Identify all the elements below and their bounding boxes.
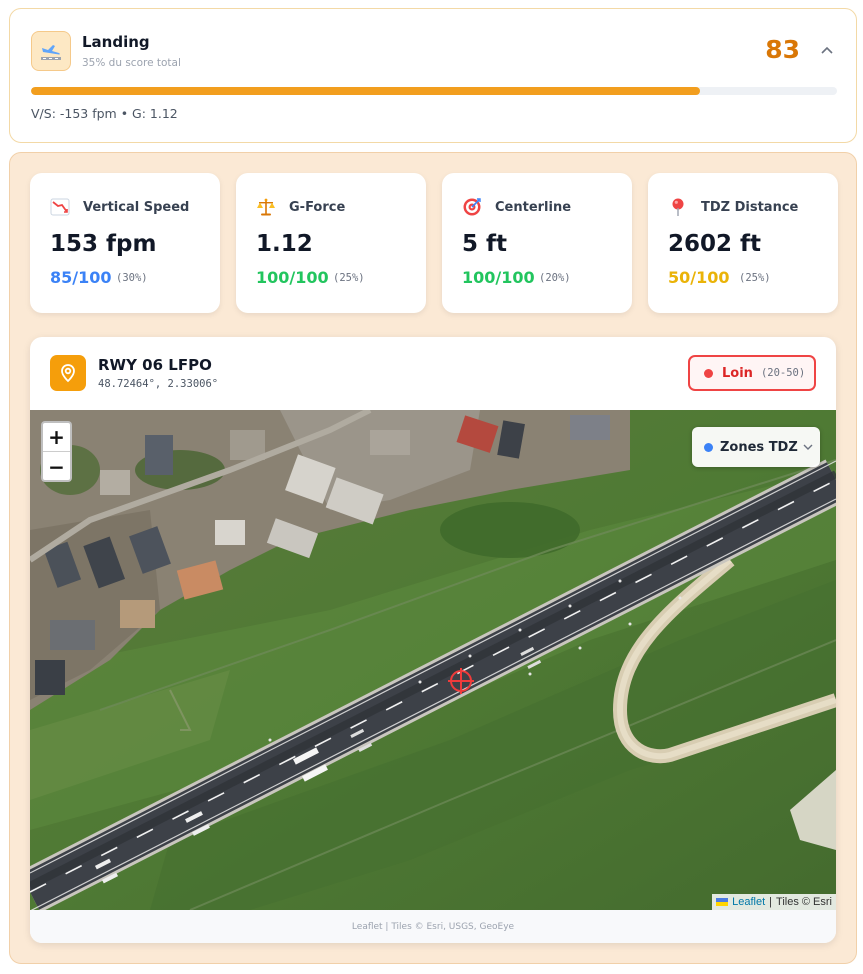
section-subtitle: 35% du score total <box>82 57 181 69</box>
status-range: (20-50) <box>760 367 806 379</box>
satellite-map[interactable]: + − Zones TDZ Leaflet | Tiles © Esri <box>30 410 836 910</box>
metric-weight: (25%) <box>333 272 365 284</box>
map-attribution: Leaflet | Tiles © Esri <box>712 894 836 910</box>
location-pin-icon <box>50 355 86 391</box>
target-icon <box>463 198 481 216</box>
layer-label: Zones TDZ <box>720 439 798 455</box>
metric-weight: (25%) <box>739 272 771 284</box>
metric-card-vertical-speed: Vertical Speed 153 fpm 85/100 (30%) <box>30 173 220 313</box>
leaflet-link[interactable]: Leaflet <box>732 896 765 908</box>
section-title: Landing <box>82 33 150 51</box>
metric-score: 100/100 <box>256 268 329 287</box>
status-dot <box>704 368 713 378</box>
score-progress-bar <box>31 87 837 95</box>
metric-label: G-Force <box>289 200 346 215</box>
tdz-zones-toggle[interactable]: Zones TDZ <box>692 427 820 467</box>
chevron-up-icon[interactable] <box>820 43 834 57</box>
landing-details-panel: Vertical Speed 153 fpm 85/100 (30%) G-Fo… <box>9 152 857 964</box>
balance-scale-icon <box>257 198 275 216</box>
zoom-out-button[interactable]: − <box>43 452 70 480</box>
score-progress-fill <box>31 87 700 95</box>
section-score: 83 <box>765 35 800 64</box>
metric-value: 5 ft <box>462 231 508 257</box>
runway-name: RWY 06 LFPO <box>98 356 212 374</box>
map-footer-attribution: Leaflet | Tiles © Esri, USGS, GeoEye <box>30 910 836 943</box>
metric-label: TDZ Distance <box>701 200 799 215</box>
metric-score: 50/100 <box>668 268 730 287</box>
status-label: Loin <box>722 365 753 381</box>
touchdown-status-badge: Loin (20-50) <box>688 355 816 391</box>
metric-weight: (20%) <box>539 272 571 284</box>
metric-card-g-force: G-Force 1.12 100/100 (25%) <box>236 173 426 313</box>
zoom-in-button[interactable]: + <box>43 423 70 452</box>
metric-label: Centerline <box>495 200 572 215</box>
chevron-down-icon <box>803 444 813 450</box>
metric-card-centerline: Centerline 5 ft 100/100 (20%) <box>442 173 632 313</box>
pushpin-icon <box>672 198 684 216</box>
landing-section-header[interactable]: Landing 35% du score total 83 V/S: -153 … <box>9 8 857 143</box>
landing-plane-icon <box>31 31 71 71</box>
runway-map-card: RWY 06 LFPO 48.72464°, 2.33006° Loin (20… <box>30 337 836 943</box>
metric-label: Vertical Speed <box>83 200 190 215</box>
metric-value: 2602 ft <box>668 231 762 257</box>
layer-dot <box>704 442 713 452</box>
runway-coordinates: 48.72464°, 2.33006° <box>98 378 219 390</box>
metric-weight: (30%) <box>116 272 148 284</box>
metric-card-tdz-distance: TDZ Distance 2602 ft 50/100 (25%) <box>648 173 838 313</box>
metric-value: 153 fpm <box>50 231 157 257</box>
map-zoom-control: + − <box>41 421 72 482</box>
metric-score: 85/100 <box>50 268 112 287</box>
attribution-separator: | <box>769 896 773 908</box>
ukraine-flag-icon <box>716 898 729 906</box>
landing-summary: V/S: -153 fpm • G: 1.12 <box>31 106 178 121</box>
attribution-tiles: Tiles © Esri <box>776 896 832 908</box>
metric-value: 1.12 <box>256 231 313 257</box>
metric-score: 100/100 <box>462 268 535 287</box>
chart-down-icon <box>50 198 70 216</box>
